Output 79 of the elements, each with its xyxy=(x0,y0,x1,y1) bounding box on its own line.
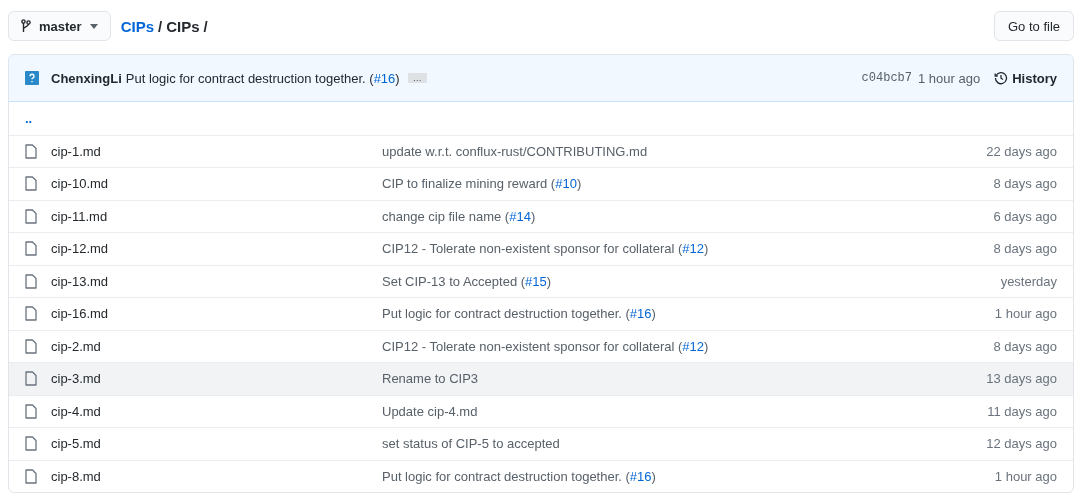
pr-link[interactable]: #15 xyxy=(525,273,547,289)
file-icon xyxy=(25,176,37,192)
commit-message: CIP to finalize mining reward (#10) xyxy=(382,176,583,192)
file-name-link[interactable]: cip-8.md xyxy=(51,468,382,484)
file-name-link[interactable]: cip-13.md xyxy=(51,273,382,289)
file-name-link[interactable]: cip-2.md xyxy=(51,338,382,354)
file-row[interactable]: cip-10.md CIP to finalize mining reward (#10) 8 days ago xyxy=(9,167,1073,200)
file-icon xyxy=(25,241,37,257)
file-name-link[interactable]: cip-4.md xyxy=(51,403,382,419)
file-age: 6 days ago xyxy=(993,208,1057,224)
pr-link[interactable]: #12 xyxy=(682,241,705,257)
breadcrumb-link[interactable]: CIPs xyxy=(120,17,154,35)
expand-button[interactable]: … xyxy=(407,73,427,83)
commit-message: Put logic for contract destruction together. (#16) xyxy=(382,468,657,484)
commit-message: Update cip-4.md xyxy=(382,403,479,419)
pr-link[interactable]: #12 xyxy=(682,338,705,354)
commit-message: Set CIP-13 to Accepted (#15) xyxy=(382,273,553,289)
file-name-link[interactable]: cip-1.md xyxy=(51,143,382,159)
history-link[interactable]: History xyxy=(994,70,1057,86)
file-name-link[interactable]: cip-12.md xyxy=(51,241,382,257)
commit-message: Put logic for contract destruction together. (#16) xyxy=(382,306,657,322)
file-name-link[interactable]: cip-16.md xyxy=(51,306,382,322)
file-age: 8 days ago xyxy=(993,241,1057,257)
pr-link[interactable]: #16 xyxy=(629,306,652,322)
branch-icon xyxy=(21,19,31,33)
commit-message: change cip file name (#14) xyxy=(382,208,537,224)
file-age: 12 days ago xyxy=(986,436,1057,452)
file-age: 8 days ago xyxy=(993,176,1057,192)
pr-link[interactable]: #14 xyxy=(509,208,531,224)
breadcrumb-text: CIPs xyxy=(166,17,200,35)
file-row[interactable]: cip-11.md change cip file name (#14) 6 days ago xyxy=(9,199,1073,232)
pr-link[interactable]: #16 xyxy=(629,468,652,484)
file-row[interactable]: cip-4.md Update cip-4.md 11 days ago xyxy=(9,394,1073,427)
file-row[interactable]: cip-16.md Put logic for contract destruction together. (#16) 1 hour ago xyxy=(9,297,1073,330)
file-icon xyxy=(25,306,37,322)
file-name-link[interactable]: cip-10.md xyxy=(51,176,382,192)
file-icon xyxy=(25,143,37,159)
breadcrumb-text: / xyxy=(203,17,208,35)
caret-icon xyxy=(89,23,98,29)
file-icon xyxy=(25,403,37,419)
commit-message: Rename to CIP3 xyxy=(382,371,480,387)
file-age: 22 days ago xyxy=(986,143,1057,159)
file-age: 1 hour ago xyxy=(994,306,1057,322)
branch-button[interactable]: master xyxy=(8,11,111,41)
avatar-icon xyxy=(25,71,39,85)
file-row[interactable]: cip-8.md Put logic for contract destruction together. (#16) 1 hour ago xyxy=(9,459,1073,492)
file-name-link[interactable]: cip-3.md xyxy=(51,371,382,387)
file-row[interactable]: cip-13.md Set CIP-13 to Accepted (#15) yesterday xyxy=(9,264,1073,297)
parent-directory-link[interactable]: .. xyxy=(25,110,33,126)
commit-message: set status of CIP-5 to accepted xyxy=(382,436,561,452)
go-to-file-button[interactable]: Go to file xyxy=(993,11,1074,41)
file-icon xyxy=(25,338,37,354)
file-age: yesterday xyxy=(1000,273,1057,289)
commit-message: CIP12 - Tolerate non-existent sponsor for collateral (#12) xyxy=(382,338,710,354)
file-icon xyxy=(25,468,37,484)
clock-icon xyxy=(994,71,1009,85)
file-row[interactable]: cip-5.md set status of CIP-5 to accepted 12 days ago xyxy=(9,427,1073,460)
file-age: 11 days ago xyxy=(987,403,1057,419)
file-age: 8 days ago xyxy=(993,338,1057,354)
commit-message: CIP12 - Tolerate non-existent sponsor for collateral (#12) xyxy=(382,241,710,257)
file-row[interactable]: cip-1.md update w.r.t. conflux-rust/CONTRIBUTING.md 22 days ago xyxy=(9,134,1073,167)
commit-message: update w.r.t. conflux-rust/CONTRIBUTING.md xyxy=(382,143,649,159)
commit-author[interactable]: ChenxingLi xyxy=(51,70,122,86)
commit-hash[interactable]: c04bcb7 xyxy=(861,71,913,85)
file-age: 1 hour ago xyxy=(994,468,1057,484)
file-name-link[interactable]: cip-5.md xyxy=(51,436,382,452)
file-icon xyxy=(25,436,37,452)
file-row[interactable]: cip-3.md Rename to CIP3 13 days ago xyxy=(9,362,1073,395)
pr-link[interactable]: #16 xyxy=(373,70,396,86)
commit-message: Put logic for contract destruction together. (#16) xyxy=(125,70,400,86)
breadcrumb-text: / xyxy=(158,17,163,35)
commit-time: 1 hour ago xyxy=(918,70,981,86)
file-name-link[interactable]: cip-11.md xyxy=(51,208,382,224)
pr-link[interactable]: #10 xyxy=(555,176,577,192)
file-icon xyxy=(25,208,37,224)
file-icon xyxy=(25,371,37,387)
file-row[interactable]: cip-12.md CIP12 - Tolerate non-existent sponsor for collateral (#12) 8 days ago xyxy=(9,232,1073,265)
file-icon xyxy=(25,273,37,289)
file-age: 13 days ago xyxy=(986,371,1057,387)
